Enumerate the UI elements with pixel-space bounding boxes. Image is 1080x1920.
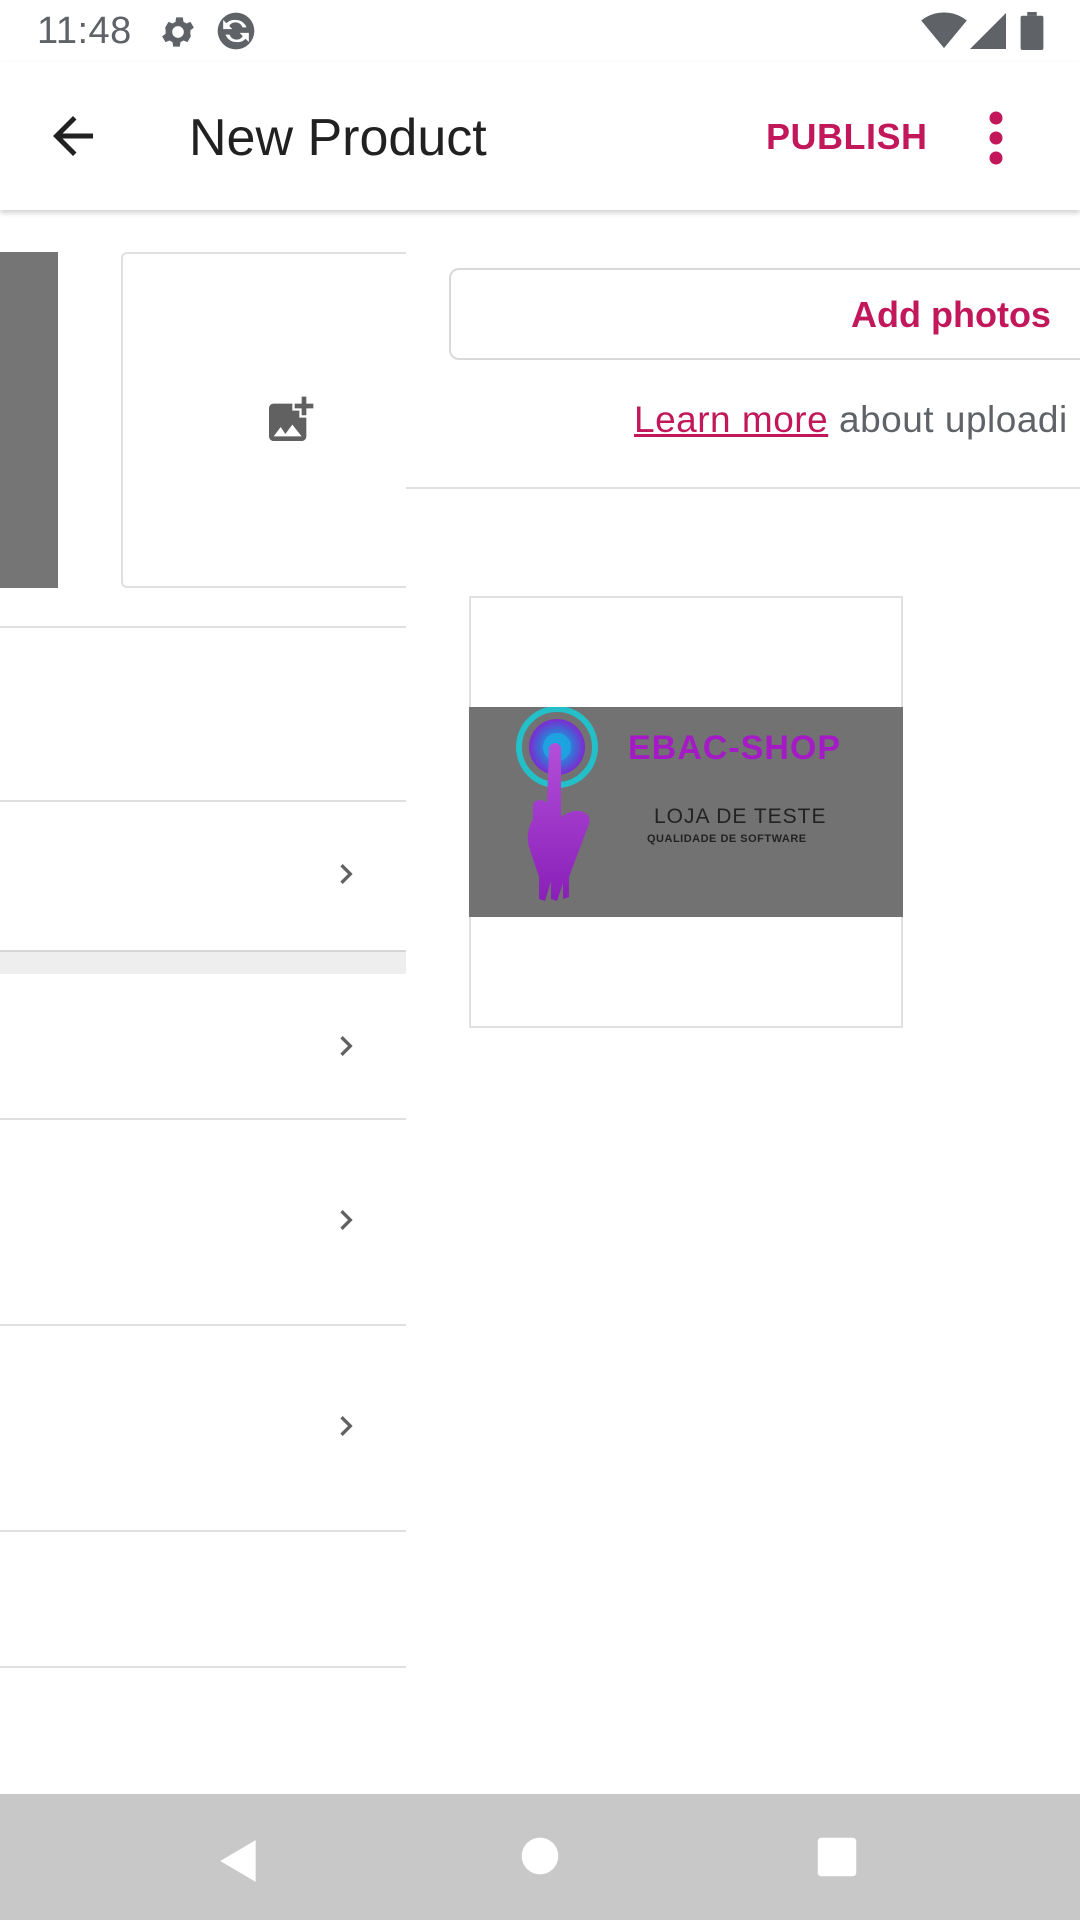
chevron-right-icon	[340, 864, 353, 884]
brand-title: EBAC-SHOP	[628, 729, 842, 767]
battery-icon	[1020, 12, 1044, 50]
publish-button[interactable]: PUBLISH	[766, 116, 928, 158]
section-divider	[0, 1530, 406, 1532]
gear-icon	[162, 17, 194, 47]
learn-more-link[interactable]: Learn more	[634, 399, 828, 440]
nav-recents-icon[interactable]	[816, 1836, 858, 1878]
signal-icon	[970, 13, 1006, 49]
learn-more-rest: about uploadi	[828, 399, 1068, 440]
wifi-icon	[921, 12, 967, 49]
nav-home-icon[interactable]	[520, 1836, 560, 1876]
product-form-pane	[0, 210, 406, 1794]
sync-icon	[217, 12, 255, 50]
arrow-back-icon[interactable]	[38, 106, 108, 166]
section-separator	[0, 950, 406, 974]
brand-subtitle: LOJA DE TESTE	[654, 805, 827, 828]
drawer-divider	[406, 487, 1080, 489]
add-photos-label: Add photos	[851, 294, 1051, 335]
image-preview-strip	[0, 252, 58, 588]
status-time: 11:48	[37, 10, 132, 52]
section-divider	[0, 626, 406, 628]
more-vert-icon[interactable]	[978, 108, 1014, 168]
nav-back-icon[interactable]	[214, 1836, 264, 1886]
add-photo-icon	[269, 396, 314, 441]
photo-banner-image: EBAC-SHOP LOJA DE TESTE QUALIDADE DE SOF…	[469, 707, 903, 917]
chevron-right-icon	[340, 1036, 353, 1056]
brand-tagline: QUALIDADE DE SOFTWARE	[647, 833, 807, 845]
learn-more-text: Learn more about uploadi	[634, 399, 1068, 441]
chevron-right-icon	[340, 1416, 353, 1436]
section-divider	[0, 1666, 406, 1668]
chevron-right-icon	[340, 1210, 353, 1230]
page-title: New Product	[189, 109, 487, 167]
pointer-hand-logo	[516, 707, 598, 901]
